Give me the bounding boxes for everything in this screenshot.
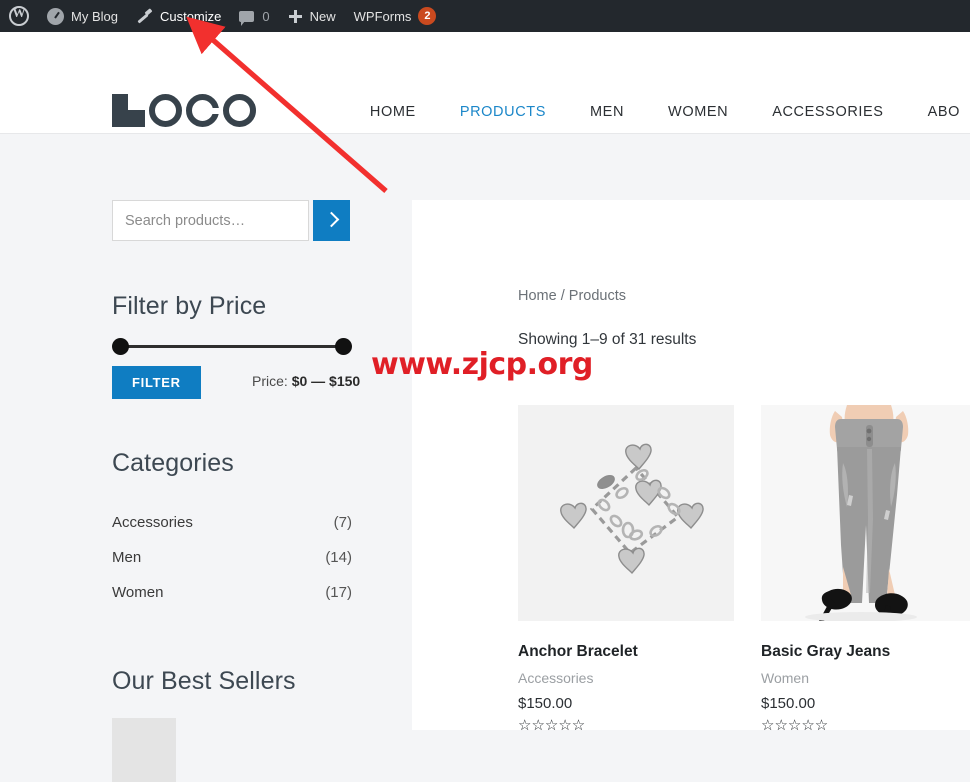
breadcrumb-current: Products xyxy=(568,288,627,304)
category-item-women[interactable]: Women (17) xyxy=(112,575,352,610)
breadcrumb-home[interactable]: Home xyxy=(518,288,557,304)
search-submit-button[interactable] xyxy=(313,200,350,241)
product-rating-stars[interactable]: ☆☆☆☆☆ xyxy=(761,716,970,734)
product-category: Women xyxy=(761,670,809,686)
product-grid: Anchor Bracelet Accessories $150.00 ☆☆☆☆… xyxy=(518,405,970,734)
admin-bar-customize[interactable]: Customize xyxy=(127,0,230,32)
price-slider-handle-min[interactable] xyxy=(112,338,129,355)
price-label-prefix: Price: xyxy=(252,373,288,389)
wordpress-icon xyxy=(9,5,29,26)
logo-shape-o1 xyxy=(149,94,182,127)
main-navigation: HOME PRODUCTS MEN WOMEN ACCESSORIES ABO xyxy=(348,104,970,120)
site-logo[interactable] xyxy=(112,94,256,127)
logo-shape-l xyxy=(112,94,145,127)
search-input[interactable] xyxy=(112,200,309,241)
wp-admin-bar: My Blog Customize 0 New WPForms 2 xyxy=(0,0,970,32)
category-item-accessories[interactable]: Accessories (7) xyxy=(112,505,352,540)
logo-shape-g xyxy=(186,94,219,127)
admin-bar-comments[interactable]: 0 xyxy=(230,0,278,32)
nav-item-products[interactable]: PRODUCTS xyxy=(438,104,568,120)
product-card: Basic Gray Jeans Women $150.00 ☆☆☆☆☆ xyxy=(761,405,970,734)
price-range-slider[interactable] xyxy=(112,336,352,356)
product-search-widget xyxy=(112,200,352,241)
price-label-value: $0 — $150 xyxy=(291,373,361,389)
product-title[interactable]: Basic Gray Jeans xyxy=(761,643,970,661)
categories-title: Categories xyxy=(112,449,234,477)
main-content-panel: Home / Products Showing 1–9 of 31 result… xyxy=(412,200,970,734)
brush-icon xyxy=(136,8,153,25)
category-item-men[interactable]: Men (14) xyxy=(112,540,352,575)
price-filter-title: Filter by Price xyxy=(112,292,267,320)
category-label: Accessories xyxy=(112,514,193,531)
product-image-basic-gray-jeans[interactable] xyxy=(761,405,970,621)
product-title[interactable]: Anchor Bracelet xyxy=(518,643,734,661)
admin-bar-new-label: New xyxy=(309,8,336,24)
price-filter-button[interactable]: FILTER xyxy=(112,366,201,399)
category-count: (17) xyxy=(325,584,352,601)
category-count: (14) xyxy=(325,549,352,566)
breadcrumb-separator: / xyxy=(560,288,565,304)
admin-bar-wpforms[interactable]: WPForms 2 xyxy=(345,0,446,32)
nav-item-about[interactable]: ABO xyxy=(906,104,970,120)
categories-list: Accessories (7) Men (14) Women (17) xyxy=(112,505,352,610)
gauge-icon xyxy=(47,7,64,25)
wpforms-badge: 2 xyxy=(418,7,437,25)
plus-icon xyxy=(288,9,303,24)
admin-bar-site-name-label: My Blog xyxy=(71,8,118,24)
price-range-label: Price: $0 — $150 xyxy=(252,373,360,389)
jeans-model-illustration xyxy=(761,405,970,621)
price-slider-track xyxy=(120,345,344,348)
admin-bar-wp-logo[interactable] xyxy=(0,0,38,32)
sidebar: Filter by Price FILTER Price: $0 — $150 … xyxy=(112,200,360,782)
product-rating-stars[interactable]: ☆☆☆☆☆ xyxy=(518,716,734,734)
product-card: Anchor Bracelet Accessories $150.00 ☆☆☆☆… xyxy=(518,405,734,734)
product-category: Accessories xyxy=(518,670,594,686)
bracelet-illustration xyxy=(518,405,734,621)
price-slider-handle-max[interactable] xyxy=(335,338,352,355)
comment-icon xyxy=(239,10,255,26)
admin-bar-customize-label: Customize xyxy=(159,8,222,24)
breadcrumb: Home / Products xyxy=(518,288,626,304)
nav-item-home[interactable]: HOME xyxy=(348,104,438,120)
admin-bar-site-name[interactable]: My Blog xyxy=(38,0,127,32)
watermark-text: www.zjcp.org xyxy=(371,347,593,382)
nav-item-accessories[interactable]: ACCESSORIES xyxy=(750,104,905,120)
site-header: HOME PRODUCTS MEN WOMEN ACCESSORIES ABO xyxy=(0,32,970,134)
nav-item-men[interactable]: MEN xyxy=(568,104,646,120)
best-sellers-title: Our Best Sellers xyxy=(112,667,296,695)
admin-bar-new[interactable]: New xyxy=(279,0,345,32)
best-seller-thumbnail[interactable] xyxy=(112,718,176,782)
logo-shape-o2 xyxy=(223,94,256,127)
product-image-anchor-bracelet[interactable] xyxy=(518,405,734,621)
category-label: Men xyxy=(112,549,142,566)
product-price: $150.00 xyxy=(761,695,816,712)
category-label: Women xyxy=(112,584,164,601)
admin-bar-wpforms-label: WPForms xyxy=(353,8,412,24)
category-count: (7) xyxy=(333,514,352,531)
product-price: $150.00 xyxy=(518,695,573,712)
nav-item-women[interactable]: WOMEN xyxy=(646,104,750,120)
admin-bar-comment-count: 0 xyxy=(262,8,270,24)
